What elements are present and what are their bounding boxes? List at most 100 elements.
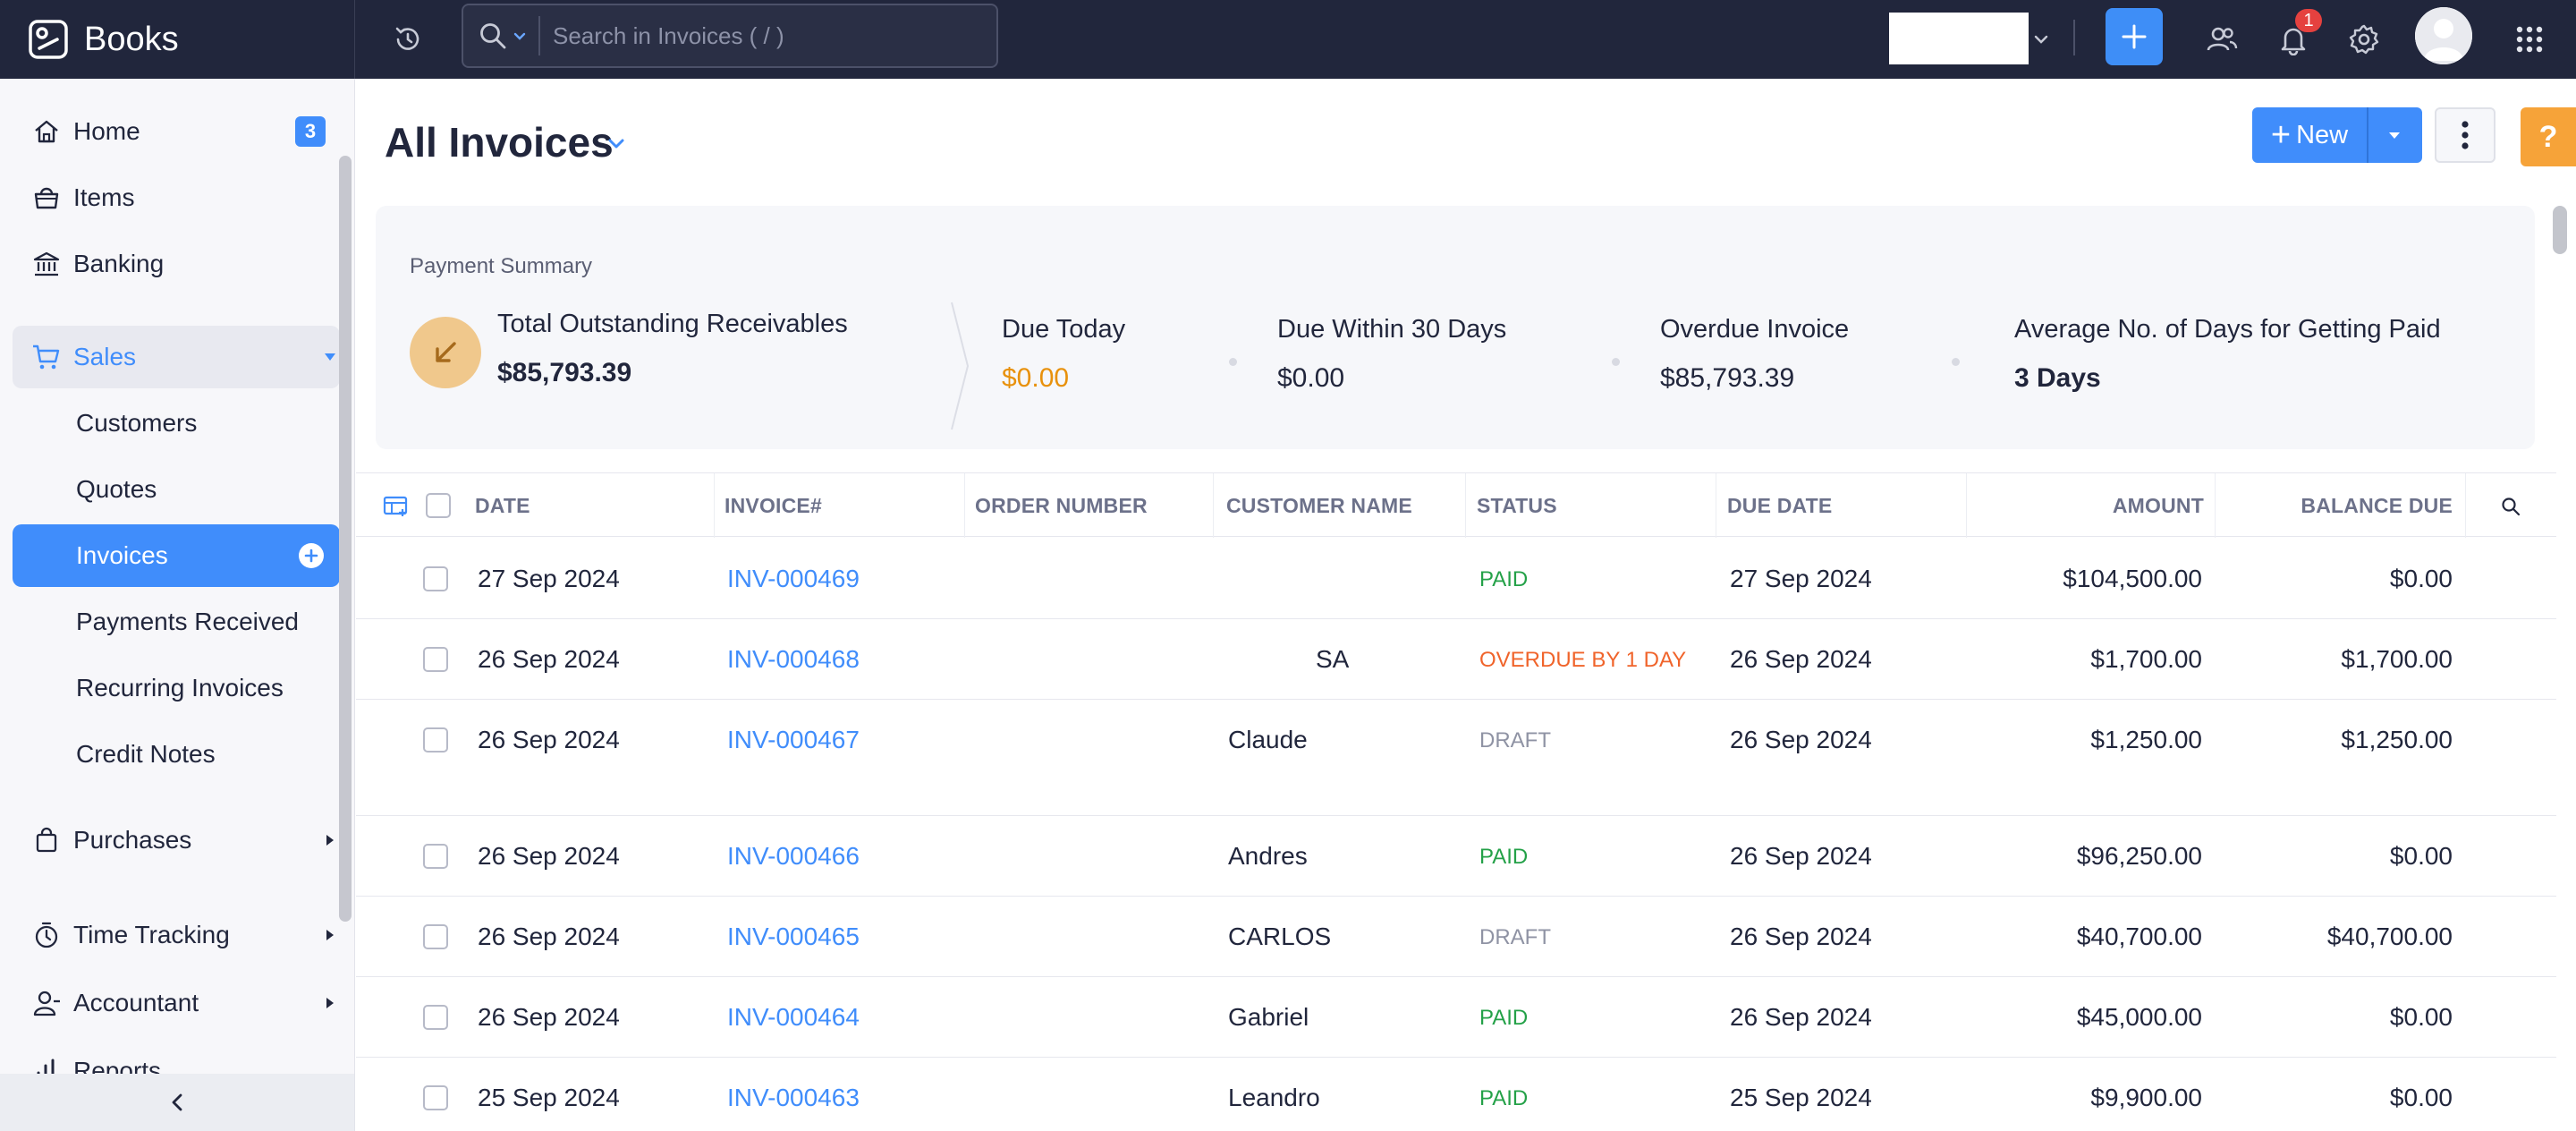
column-header-order-number[interactable]: ORDER NUMBER [975, 473, 1148, 538]
users-icon[interactable] [2199, 16, 2245, 63]
help-button[interactable]: ? [2521, 107, 2576, 166]
column-header-date[interactable]: DATE [475, 473, 530, 538]
view-chevron-down-icon[interactable] [605, 132, 628, 156]
cell-status: DRAFT [1479, 728, 1551, 753]
cell-invoice-link[interactable]: INV-000467 [727, 726, 860, 754]
cell-due-date: 26 Sep 2024 [1730, 842, 1872, 870]
cell-invoice-link[interactable]: INV-000463 [727, 1084, 860, 1112]
collapse-sidebar-button[interactable] [0, 1074, 354, 1131]
payment-summary-title: Payment Summary [410, 254, 593, 278]
divider-chevron-icon [951, 302, 970, 430]
table-row[interactable]: 25 Sep 2024 INV-000463 Leandro PAID 25 S… [356, 1058, 2556, 1131]
table-row[interactable]: 26 Sep 2024 INV-000464 Gabriel PAID 26 S… [356, 977, 2556, 1058]
sidebar-item-invoices[interactable]: Invoices [13, 524, 340, 587]
stopwatch-icon [30, 919, 63, 951]
bank-icon [30, 248, 63, 280]
add-invoice-icon[interactable] [299, 543, 324, 568]
new-button[interactable]: + New [2252, 107, 2368, 163]
apps-grid-icon[interactable] [2506, 16, 2553, 63]
table-row[interactable]: 26 Sep 2024 INV-000467 Claude DRAFT 26 S… [356, 700, 2556, 816]
row-checkbox[interactable] [423, 647, 448, 672]
sidebar-item-label: Purchases [73, 826, 192, 854]
cell-customer: Leandro [1228, 1084, 1320, 1111]
gear-icon[interactable] [2341, 16, 2387, 63]
select-all-checkbox[interactable] [426, 493, 451, 518]
sidebar-item-label: Time Tracking [73, 921, 230, 948]
cell-date: 26 Sep 2024 [478, 1003, 620, 1031]
new-dropdown-button[interactable] [2368, 107, 2420, 163]
books-logo-icon [29, 20, 68, 59]
column-settings-icon[interactable] [383, 495, 410, 518]
sidebar-item-accountant[interactable]: Accountant [13, 972, 340, 1034]
sidebar-item-recurring-invoices[interactable]: Recurring Invoices [13, 657, 340, 719]
row-checkbox[interactable] [423, 924, 448, 949]
brand[interactable]: Books [0, 0, 355, 79]
column-header-balance-due[interactable]: BALANCE DUE [2216, 473, 2453, 538]
table-row[interactable]: 26 Sep 2024 INV-000468 SA OVERDUE BY 1 D… [356, 619, 2556, 700]
cell-date: 26 Sep 2024 [478, 842, 620, 870]
cell-invoice-link[interactable]: INV-000468 [727, 645, 860, 674]
organization-selector[interactable] [1889, 13, 2029, 64]
main-scrollbar[interactable] [2553, 206, 2567, 254]
cell-date: 26 Sep 2024 [478, 726, 620, 753]
sidebar-item-payments-received[interactable]: Payments Received [13, 591, 340, 653]
cell-due-date: 27 Sep 2024 [1730, 565, 1872, 592]
row-checkbox[interactable] [423, 844, 448, 869]
due-30-days-label: Due Within 30 Days [1277, 315, 1507, 344]
search-icon[interactable] [2501, 497, 2521, 516]
row-checkbox[interactable] [423, 566, 448, 591]
sidebar-item-label: Customers [76, 409, 198, 437]
caret-down-icon [325, 353, 335, 361]
sidebar-item-banking[interactable]: Banking [13, 233, 340, 295]
cell-customer: CARLOS [1228, 923, 1332, 950]
overdue-invoice-label: Overdue Invoice [1660, 315, 1850, 344]
caret-right-icon [326, 998, 334, 1008]
sidebar-item-home[interactable]: Home [13, 100, 340, 163]
quick-create-button[interactable] [2106, 8, 2163, 65]
cell-invoice-link[interactable]: INV-000464 [727, 1003, 860, 1032]
sidebar-item-time-tracking[interactable]: Time Tracking [13, 904, 340, 966]
more-options-button[interactable] [2435, 107, 2496, 163]
receivables-arrow-icon [410, 317, 481, 388]
cell-status: OVERDUE BY 1 DAY [1479, 648, 1687, 672]
avatar[interactable] [2415, 7, 2472, 64]
caret-right-icon [326, 835, 334, 846]
search-scope-dropdown[interactable] [463, 16, 540, 55]
sidebar-scrollbar[interactable] [339, 156, 352, 922]
cell-status: PAID [1479, 1006, 1529, 1030]
cell-invoice-link[interactable]: INV-000465 [727, 923, 860, 951]
table-row[interactable]: 26 Sep 2024 INV-000465 CARLOS DRAFT 26 S… [356, 897, 2556, 977]
page-title[interactable]: All Invoices [385, 118, 614, 166]
cell-invoice-link[interactable]: INV-000469 [727, 565, 860, 593]
column-header-invoice[interactable]: INVOICE# [724, 473, 822, 538]
plus-icon: + [2270, 116, 2292, 154]
sidebar-item-quotes[interactable]: Quotes [13, 458, 340, 521]
sidebar-item-purchases[interactable]: Purchases [13, 809, 340, 872]
cell-amount: $9,900.00 [2090, 1084, 2202, 1111]
row-checkbox[interactable] [423, 1005, 448, 1030]
cell-invoice-link[interactable]: INV-000466 [727, 842, 860, 871]
shopping-bag-icon [30, 824, 63, 856]
recent-activity-icon[interactable] [385, 16, 431, 63]
sidebar-item-credit-notes[interactable]: Credit Notes [13, 723, 340, 786]
row-checkbox[interactable] [423, 1085, 448, 1110]
sidebar-item-label: Payments Received [76, 608, 300, 635]
cell-balance-due: $0.00 [2389, 842, 2453, 870]
search-input[interactable] [540, 9, 996, 63]
org-chevron-down-icon[interactable] [2032, 30, 2050, 48]
sidebar-item-customers[interactable]: Customers [13, 392, 340, 455]
sidebar-item-sales[interactable]: Sales [13, 326, 340, 388]
home-icon [30, 115, 63, 148]
table-row[interactable]: 27 Sep 2024 INV-000469 PAID 27 Sep 2024 … [356, 538, 2556, 619]
sidebar-item-items[interactable]: Items [13, 166, 340, 229]
topbar-divider [2073, 20, 2075, 55]
column-header-status[interactable]: STATUS [1477, 473, 1557, 538]
cell-balance-due: $40,700.00 [2326, 923, 2453, 950]
table-row[interactable]: 26 Sep 2024 INV-000466 Andres PAID 26 Se… [356, 816, 2556, 897]
column-header-due-date[interactable]: DUE DATE [1727, 473, 1832, 538]
overdue-invoice-value: $85,793.39 [1660, 363, 1795, 393]
row-checkbox[interactable] [423, 727, 448, 753]
column-header-amount[interactable]: AMOUNT [1966, 473, 2204, 538]
column-separator [714, 473, 715, 538]
column-header-customer-name[interactable]: CUSTOMER NAME [1226, 473, 1412, 538]
